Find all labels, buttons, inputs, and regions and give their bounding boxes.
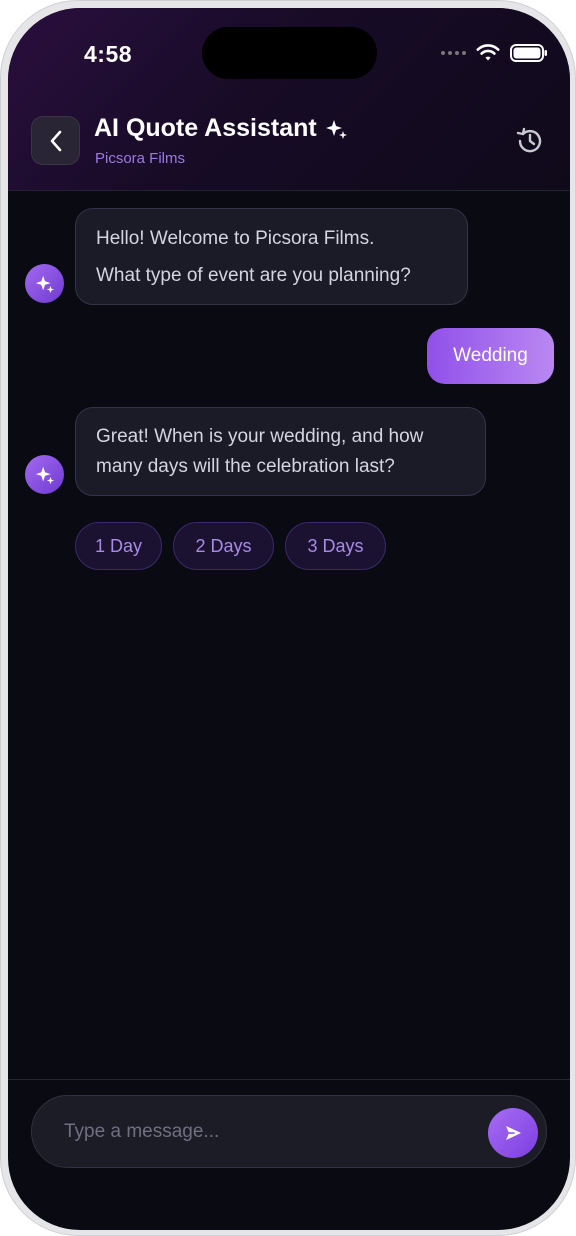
app-screen: 4:58 AI Quote Assistant Picsora Films He… — [8, 8, 570, 1230]
wifi-icon — [476, 44, 500, 61]
message-line: Hello! Welcome to Picsora Films. — [96, 228, 375, 249]
chevron-left-icon — [50, 130, 61, 151]
signal-icon — [441, 51, 466, 55]
sparkle-icon — [325, 119, 347, 139]
sparkle-icon — [35, 466, 54, 484]
message-input[interactable] — [64, 1116, 464, 1148]
message-line: What type of event are you planning? — [96, 265, 411, 286]
page-title: AI Quote Assistant — [94, 114, 317, 142]
quick-reply-2-days[interactable]: 2 Days — [173, 522, 274, 570]
message-line: many days will the celebration last? — [96, 456, 395, 477]
status-time: 4:58 — [84, 41, 133, 67]
page-subtitle: Picsora Films — [95, 150, 186, 167]
sparkle-icon — [35, 275, 54, 293]
page-title-row: AI Quote Assistant — [94, 114, 349, 143]
composer-divider — [8, 1079, 570, 1080]
bot-message: Hello! Welcome to Picsora Films. What ty… — [75, 208, 468, 305]
quick-reply-1-day[interactable]: 1 Day — [75, 522, 162, 570]
history-icon — [516, 127, 542, 153]
battery-icon — [510, 44, 547, 62]
history-button[interactable] — [514, 125, 546, 157]
message-composer — [31, 1095, 547, 1168]
send-button[interactable] — [488, 1108, 538, 1158]
message-text: Wedding — [453, 345, 528, 366]
status-icons — [441, 44, 548, 62]
device-frame: 4:58 AI Quote Assistant Picsora Films He… — [0, 0, 576, 1236]
back-button[interactable] — [31, 116, 80, 165]
assistant-avatar — [25, 264, 64, 303]
bot-message: Great! When is your wedding, and how man… — [75, 407, 486, 496]
send-icon — [506, 1126, 521, 1140]
quick-reply-3-days[interactable]: 3 Days — [285, 522, 386, 570]
user-message: Wedding — [427, 328, 554, 384]
message-line: Great! When is your wedding, and how — [96, 426, 424, 447]
dynamic-island — [202, 27, 377, 79]
assistant-avatar — [25, 455, 64, 494]
